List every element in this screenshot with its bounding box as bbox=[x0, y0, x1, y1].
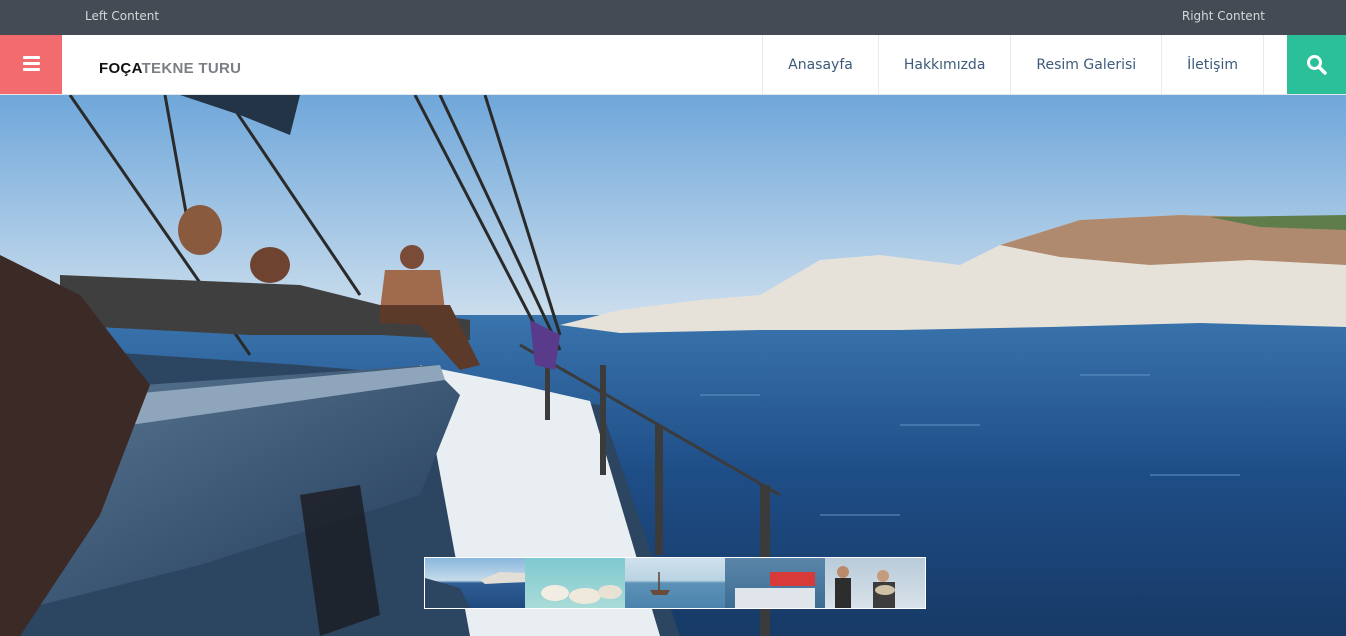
thumbnail-image bbox=[650, 572, 670, 595]
top-bar-right-content: Right Content bbox=[1181, 9, 1265, 23]
main-nav: Anasayfa Hakkımızda Resim Galerisi İleti… bbox=[762, 35, 1264, 94]
gallery-thumbnail[interactable] bbox=[625, 558, 725, 608]
hero-slider-image bbox=[0, 95, 1346, 636]
thumbnail-image bbox=[541, 585, 622, 604]
menu-toggle-button[interactable] bbox=[0, 35, 62, 94]
hero-boat-scene bbox=[0, 95, 1346, 636]
nav-item-anasayfa[interactable]: Anasayfa bbox=[762, 35, 878, 94]
top-bar-left-content: Left Content bbox=[85, 9, 160, 23]
gallery-thumbnail[interactable] bbox=[525, 558, 625, 608]
nav-item-hakkimizda[interactable]: Hakkımızda bbox=[877, 35, 1011, 94]
site-header: FOÇATEKNE TURU Anasayfa Hakkımızda Resim… bbox=[0, 35, 1346, 95]
gallery-thumbnail[interactable] bbox=[825, 558, 925, 608]
thumbnail-image bbox=[735, 572, 815, 608]
thumbnail-image bbox=[835, 566, 895, 608]
site-logo[interactable]: FOÇATEKNE TURU bbox=[99, 60, 241, 77]
bars-icon-line bbox=[23, 62, 40, 65]
gallery-thumbnail[interactable] bbox=[725, 558, 825, 608]
logo-part-1: FOÇA bbox=[99, 60, 142, 77]
bars-icon-line bbox=[23, 68, 40, 71]
gallery-thumbnails bbox=[424, 557, 926, 609]
nav-item-iletisim[interactable]: İletişim bbox=[1161, 35, 1264, 94]
gallery-thumbnail[interactable] bbox=[425, 558, 525, 608]
top-bar: Left Content Right Content bbox=[0, 0, 1346, 35]
search-icon bbox=[1307, 55, 1327, 75]
nav-item-resim-galerisi[interactable]: Resim Galerisi bbox=[1010, 35, 1161, 94]
bars-icon bbox=[23, 56, 40, 59]
logo-part-2: TEKNE TURU bbox=[141, 60, 242, 77]
thumbnail-image bbox=[425, 572, 525, 608]
search-button[interactable] bbox=[1287, 35, 1346, 94]
